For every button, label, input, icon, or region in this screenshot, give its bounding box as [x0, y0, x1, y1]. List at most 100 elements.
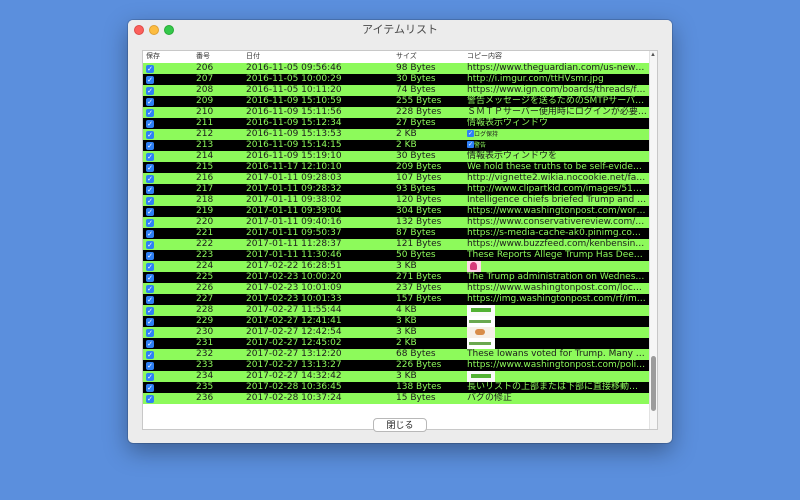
- table-row[interactable]: ✓ 236 2017-02-28 10:37:24 15 Bytes バグの修正: [143, 393, 651, 404]
- item-size: 74 Bytes: [396, 85, 436, 95]
- zoom-window-button[interactable]: [164, 25, 174, 35]
- save-checkbox[interactable]: ✓: [146, 75, 154, 84]
- table-row[interactable]: ✓ 210 2016-11-09 15:11:56 228 Bytes ＳＭＴＰサーバー…: [143, 107, 651, 118]
- item-size: 237 Bytes: [396, 283, 442, 293]
- item-size: 209 Bytes: [396, 162, 442, 172]
- table-row[interactable]: ✓ 233 2017-02-27 13:13:27 226 Bytes https://…: [143, 360, 651, 371]
- save-checkbox[interactable]: ✓: [146, 97, 154, 106]
- item-copy-content: 長いリストの上部または下部に直接移動する...: [467, 382, 647, 392]
- save-checkbox[interactable]: ✓: [146, 130, 154, 139]
- table-row[interactable]: ✓ 231 2017-02-27 12:45:02 2 KB: [143, 338, 651, 349]
- save-checkbox[interactable]: ✓: [146, 119, 154, 128]
- item-size: 2 KB: [396, 129, 417, 139]
- table-row[interactable]: ✓ 211 2016-11-09 15:12:34 27 Bytes 情報表示ウィンドウ: [143, 118, 651, 129]
- table-row[interactable]: ✓ 215 2016-11-17 12:10:10 209 Bytes We hold …: [143, 162, 651, 173]
- item-date: 2017-02-27 12:41:41: [246, 316, 342, 326]
- save-checkbox[interactable]: ✓: [146, 273, 154, 282]
- save-checkbox[interactable]: ✓: [146, 108, 154, 117]
- save-checkbox[interactable]: ✓: [146, 383, 154, 392]
- save-checkbox[interactable]: ✓: [146, 251, 154, 260]
- save-checkbox[interactable]: ✓: [146, 185, 154, 194]
- table-row[interactable]: ✓ 217 2017-01-11 09:28:32 93 Bytes http://ww…: [143, 184, 651, 195]
- item-size: 138 Bytes: [396, 382, 442, 392]
- item-date: 2017-02-27 14:32:42: [246, 371, 342, 381]
- save-checkbox[interactable]: ✓: [146, 141, 154, 150]
- column-header-copy[interactable]: コピー内容: [467, 51, 502, 63]
- item-number: 215: [196, 162, 214, 172]
- item-date: 2017-01-11 09:50:37: [246, 228, 342, 238]
- save-checkbox[interactable]: ✓: [146, 317, 154, 326]
- close-window-button[interactable]: [134, 25, 144, 35]
- save-checkbox[interactable]: ✓: [146, 174, 154, 183]
- save-checkbox[interactable]: ✓: [146, 350, 154, 359]
- save-checkbox[interactable]: ✓: [146, 86, 154, 95]
- save-checkbox[interactable]: ✓: [146, 64, 154, 73]
- table-row[interactable]: ✓ 226 2017-02-23 10:01:09 237 Bytes https://…: [143, 283, 651, 294]
- save-checkbox[interactable]: ✓: [146, 339, 154, 348]
- table-row[interactable]: ✓ 208 2016-11-05 10:11:20 74 Bytes https://w…: [143, 85, 651, 96]
- save-checkbox[interactable]: ✓: [146, 163, 154, 172]
- save-checkbox[interactable]: ✓: [146, 394, 154, 403]
- scrollbar-thumb[interactable]: [651, 356, 656, 411]
- item-number: 206: [196, 63, 214, 73]
- item-copy-content: We hold these truths to be self-evident,…: [467, 162, 647, 172]
- save-checkbox[interactable]: ✓: [146, 218, 154, 227]
- table-row[interactable]: ✓ 223 2017-01-11 11:30:46 50 Bytes These Rep…: [143, 250, 651, 261]
- copied-image-thumbnail: ✓警告: [467, 140, 495, 151]
- title-bar[interactable]: アイテムリスト: [128, 20, 672, 40]
- table-row[interactable]: ✓ 229 2017-02-27 12:41:41 3 KB: [143, 316, 651, 327]
- column-header-save[interactable]: 保存: [146, 51, 160, 63]
- table-row[interactable]: ✓ 225 2017-02-23 10:00:20 271 Bytes The Trum…: [143, 272, 651, 283]
- save-checkbox[interactable]: ✓: [146, 361, 154, 370]
- item-number: 222: [196, 239, 214, 249]
- table-row[interactable]: ✓ 214 2016-11-09 15:19:10 30 Bytes 情報表示ウィンドウ…: [143, 151, 651, 162]
- table-row[interactable]: ✓ 206 2016-11-05 09:56:46 98 Bytes https://w…: [143, 63, 651, 74]
- item-number: 209: [196, 96, 214, 106]
- table-row[interactable]: ✓ 220 2017-01-11 09:40:16 132 Bytes https://…: [143, 217, 651, 228]
- table-row[interactable]: ✓ 224 2017-02-22 16:28:51 3 KB: [143, 261, 651, 272]
- scroll-up-arrow-icon[interactable]: ▲: [649, 51, 657, 59]
- table-row[interactable]: ✓ 216 2017-01-11 09:28:03 107 Bytes http://v…: [143, 173, 651, 184]
- save-checkbox[interactable]: ✓: [146, 262, 154, 271]
- table-row[interactable]: ✓ 207 2016-11-05 10:00:29 30 Bytes http://i.…: [143, 74, 651, 85]
- save-checkbox[interactable]: ✓: [146, 306, 154, 315]
- table-row[interactable]: ✓ 235 2017-02-28 10:36:45 138 Bytes 長いリストの上部…: [143, 382, 651, 393]
- table-row[interactable]: ✓ 218 2017-01-11 09:38:02 120 Bytes Intellig…: [143, 195, 651, 206]
- save-checkbox[interactable]: ✓: [146, 196, 154, 205]
- table-row[interactable]: ✓ 230 2017-02-27 12:42:54 3 KB: [143, 327, 651, 338]
- vertical-scrollbar[interactable]: ▲: [649, 51, 657, 429]
- close-button[interactable]: 閉じる: [373, 418, 427, 432]
- copied-image-thumbnail: ✓ログ保持: [467, 129, 498, 140]
- table-row[interactable]: ✓ 213 2016-11-09 15:14:15 2 KB ✓警告: [143, 140, 651, 151]
- column-header-size[interactable]: サイズ: [396, 51, 417, 63]
- table-row[interactable]: ✓ 222 2017-01-11 11:28:37 121 Bytes https://…: [143, 239, 651, 250]
- item-number: 211: [196, 118, 214, 128]
- item-copy-content: バグの修正: [467, 393, 513, 403]
- save-checkbox[interactable]: ✓: [146, 284, 154, 293]
- table-row[interactable]: ✓ 212 2016-11-09 15:13:53 2 KB ✓ログ保持: [143, 129, 651, 140]
- save-checkbox[interactable]: ✓: [146, 152, 154, 161]
- table-row[interactable]: ✓ 209 2016-11-09 15:10:59 255 Bytes 警告メッセージを…: [143, 96, 651, 107]
- item-copy-content: These Iowans voted for Trump. Many of t.…: [467, 349, 647, 359]
- save-checkbox[interactable]: ✓: [146, 372, 154, 381]
- save-checkbox[interactable]: ✓: [146, 328, 154, 337]
- item-number: 214: [196, 151, 214, 161]
- item-date: 2016-11-09 15:13:53: [246, 129, 342, 139]
- item-copy-content: https://img.washingtonpost.com/rf/image.…: [467, 294, 647, 304]
- item-copy-content: https://www.washingtonpost.com/local/e..…: [467, 283, 647, 293]
- save-checkbox[interactable]: ✓: [146, 295, 154, 304]
- item-number: 231: [196, 338, 214, 348]
- item-number: 229: [196, 316, 214, 326]
- table-row[interactable]: ✓ 221 2017-01-11 09:50:37 87 Bytes https://s…: [143, 228, 651, 239]
- table-row[interactable]: ✓ 219 2017-01-11 09:39:04 304 Bytes https://…: [143, 206, 651, 217]
- save-checkbox[interactable]: ✓: [146, 229, 154, 238]
- table-row[interactable]: ✓ 234 2017-02-27 14:32:42 3 KB: [143, 371, 651, 382]
- minimize-window-button[interactable]: [149, 25, 159, 35]
- table-row[interactable]: ✓ 228 2017-02-27 11:55:44 4 KB: [143, 305, 651, 316]
- save-checkbox[interactable]: ✓: [146, 207, 154, 216]
- table-row[interactable]: ✓ 227 2017-02-23 10:01:33 157 Bytes https://…: [143, 294, 651, 305]
- save-checkbox[interactable]: ✓: [146, 240, 154, 249]
- column-header-number[interactable]: 番号: [196, 51, 210, 63]
- column-header-date[interactable]: 日付: [246, 51, 260, 63]
- table-row[interactable]: ✓ 232 2017-02-27 13:12:20 68 Bytes These Iow…: [143, 349, 651, 360]
